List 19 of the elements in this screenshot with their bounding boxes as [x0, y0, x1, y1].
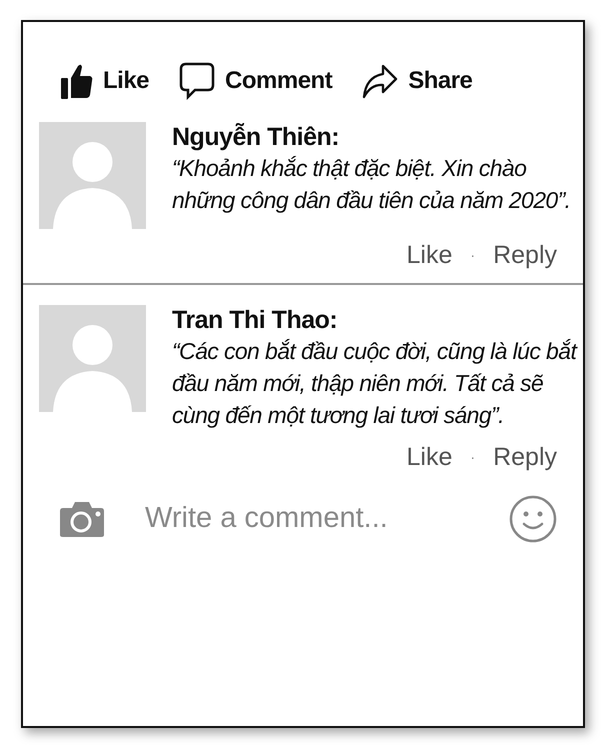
like-link[interactable]: Like — [406, 439, 452, 477]
comment-text: “Khoảnh khắc thật đặc biệt. Xin chào những công dân đầu tiên của năm 2020”. — [172, 154, 572, 216]
comment-author: Tran Thi Thao: — [172, 304, 338, 334]
comment-icon — [179, 62, 216, 100]
emoji-icon[interactable] — [509, 494, 557, 543]
separator-dot: · — [470, 246, 476, 266]
comment-author: Nguyễn Thiên: — [172, 122, 340, 152]
like-icon — [61, 63, 93, 99]
comment-input[interactable]: Write a comment... — [145, 496, 465, 540]
reply-link[interactable]: Reply — [493, 439, 557, 477]
reply-link[interactable]: Reply — [493, 237, 557, 274]
like-link[interactable]: Like — [406, 237, 452, 274]
like-button[interactable]: Like — [61, 63, 150, 99]
camera-icon[interactable] — [59, 500, 105, 538]
share-icon — [362, 63, 398, 99]
share-button[interactable]: Share — [362, 63, 472, 99]
comment-text: “Các con bắt đầu cuộc đời, cũng là lúc bắt đầu năm mới, thập niên mới. Tất cả sẽ cùng đến một tương lai tươi sáng”. — [172, 336, 579, 430]
comment-button[interactable]: Comment — [179, 62, 332, 100]
separator-dot: · — [470, 448, 476, 468]
